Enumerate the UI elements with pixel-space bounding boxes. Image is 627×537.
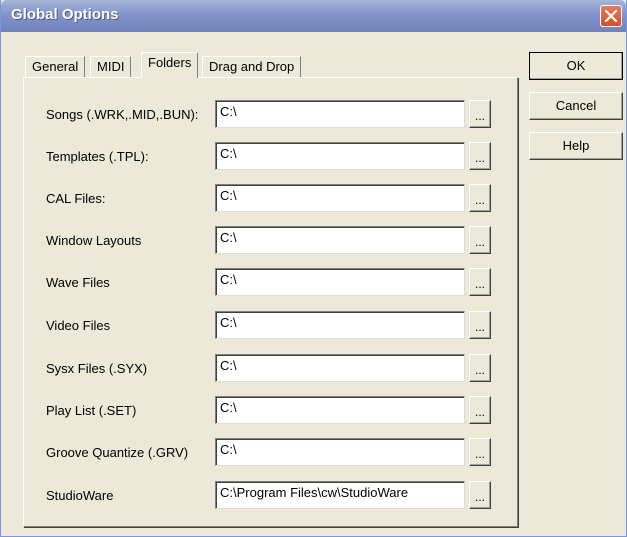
window-layouts-browse-button[interactable]: ... <box>469 226 491 254</box>
play-list-browse-button[interactable]: ... <box>469 396 491 424</box>
songs-browse-button[interactable]: ... <box>469 100 491 128</box>
cal-files-browse-button[interactable]: ... <box>469 184 491 212</box>
video-files-label: Video Files <box>46 318 111 333</box>
video-files-browse-button[interactable]: ... <box>469 311 491 339</box>
window-layouts-folder-field[interactable]: C:\ <box>215 226 465 254</box>
songs-folder-field[interactable]: C:\ <box>215 100 465 128</box>
play-list-label: Play List (.SET) <box>46 403 137 418</box>
tab-general[interactable]: General <box>25 56 86 78</box>
templates-folder-field[interactable]: C:\ <box>215 142 465 170</box>
cancel-button[interactable]: Cancel <box>529 92 623 120</box>
templates-label: Templates (.TPL): <box>46 149 149 164</box>
video-files-folder-field[interactable]: C:\ <box>215 311 465 339</box>
studioware-label: StudioWare <box>46 488 114 503</box>
tab-general-label: General <box>32 59 79 74</box>
tab-folders[interactable]: Folders <box>141 52 199 78</box>
tab-folders-label: Folders <box>148 55 192 70</box>
tab-midi[interactable]: MIDI <box>90 56 132 78</box>
window-layouts-label: Window Layouts <box>46 233 142 248</box>
studioware-folder-field[interactable]: C:\Program Files\cw\StudioWare <box>215 481 465 509</box>
title-bar[interactable]: Global Options <box>1 0 626 32</box>
templates-browse-button[interactable]: ... <box>469 142 491 170</box>
play-list-folder-field[interactable]: C:\ <box>215 396 465 424</box>
studioware-browse-button[interactable]: ... <box>469 481 491 509</box>
window-title: Global Options <box>11 6 119 23</box>
wave-files-label: Wave Files <box>46 275 110 290</box>
ok-button[interactable]: OK <box>529 52 623 80</box>
sysx-files-browse-button[interactable]: ... <box>469 354 491 382</box>
help-button[interactable]: Help <box>529 132 623 160</box>
groove-quantize-browse-button[interactable]: ... <box>469 438 491 466</box>
tab-drag-and-drop-label: Drag and Drop <box>209 59 295 74</box>
close-button[interactable] <box>600 5 622 27</box>
wave-files-folder-field[interactable]: C:\ <box>215 268 465 296</box>
global-options-dialog: Global Options General MIDI Folders Drag… <box>0 0 627 537</box>
sysx-files-label: Sysx Files (.SYX) <box>46 361 148 376</box>
tab-midi-label: MIDI <box>97 59 125 74</box>
songs-label: Songs (.WRK,.MID,.BUN): <box>46 107 199 122</box>
groove-quantize-label: Groove Quantize (.GRV) <box>46 445 189 460</box>
wave-files-browse-button[interactable]: ... <box>469 268 491 296</box>
sysx-files-folder-field[interactable]: C:\ <box>215 354 465 382</box>
tab-drag-and-drop[interactable]: Drag and Drop <box>202 56 302 78</box>
close-icon <box>605 10 617 22</box>
cal-files-folder-field[interactable]: C:\ <box>215 184 465 212</box>
cal-files-label: CAL Files: <box>46 191 106 206</box>
groove-quantize-folder-field[interactable]: C:\ <box>215 438 465 466</box>
